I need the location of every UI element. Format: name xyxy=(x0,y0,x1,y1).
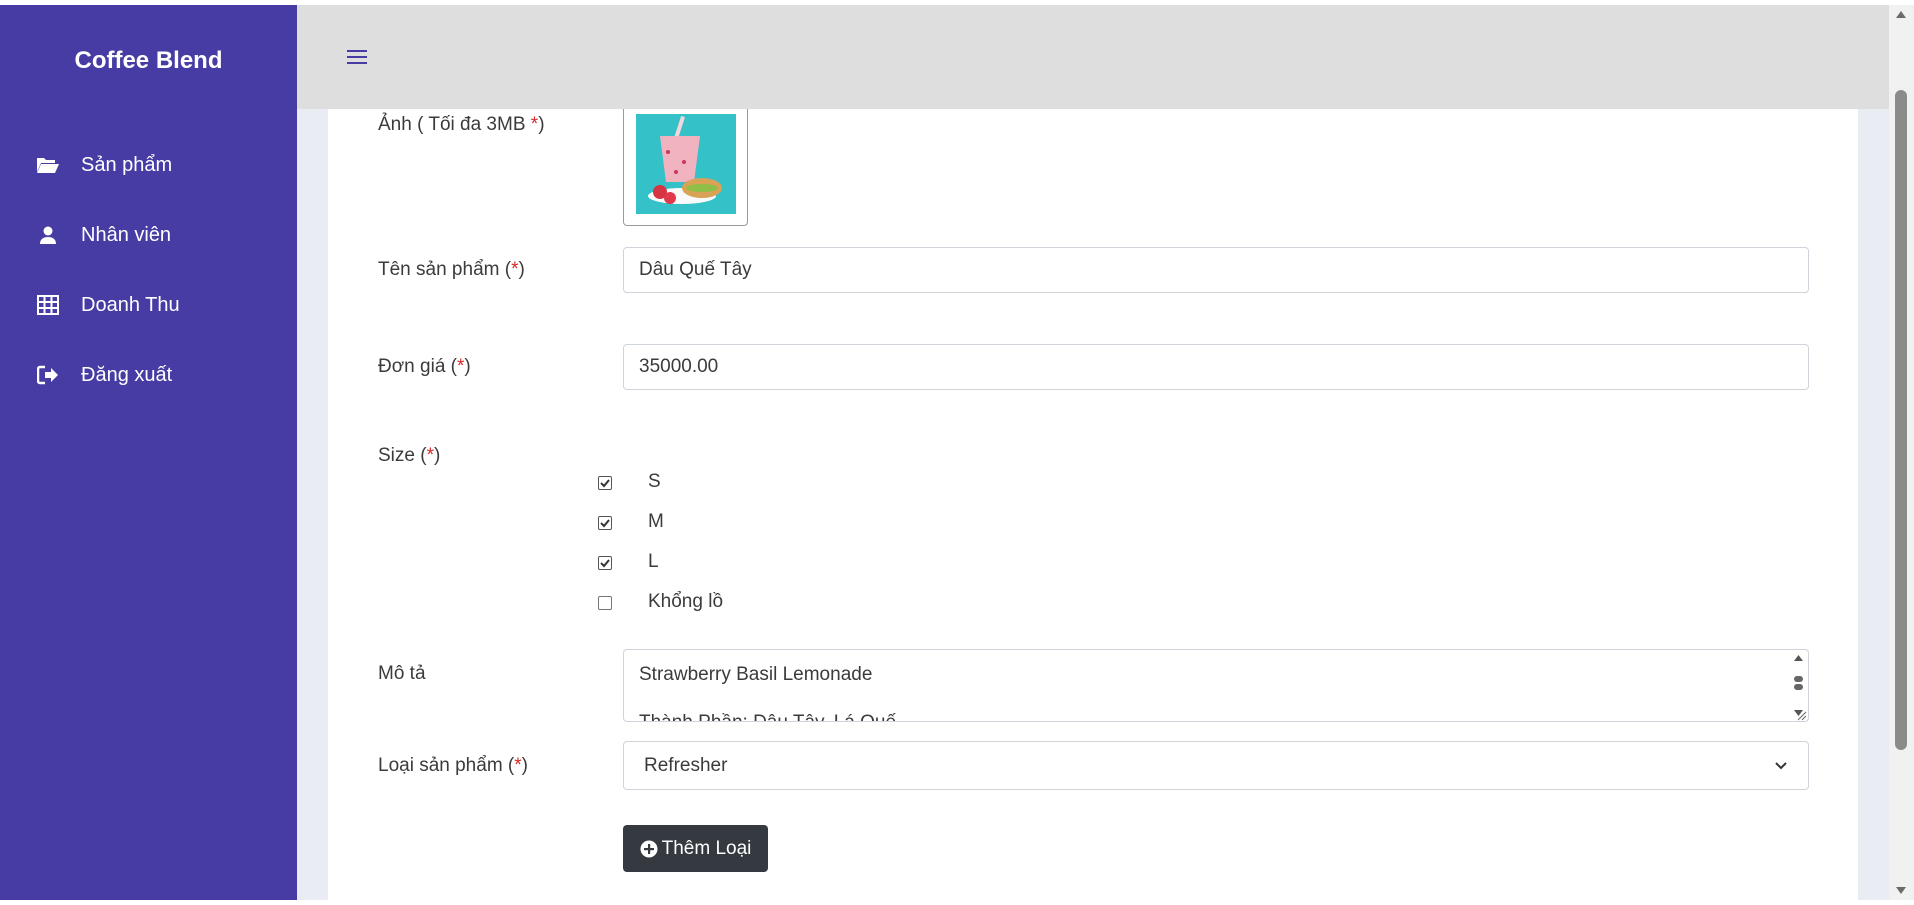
size-option-label: Khổng lồ xyxy=(648,591,724,612)
description-label: Mô tả xyxy=(378,663,426,684)
user-icon xyxy=(35,222,61,248)
scroll-down-icon[interactable] xyxy=(1896,887,1906,894)
sidebar-nav: Sản phẩm Nhân viên Doanh Thu Đăng xuất xyxy=(0,130,297,410)
size-option-m[interactable]: M xyxy=(598,511,664,532)
plus-circle-icon xyxy=(640,840,658,858)
sidebar-item-label: Doanh Thu xyxy=(81,293,180,316)
sidebar-item-label: Nhân viên xyxy=(81,223,172,246)
table-icon xyxy=(35,292,61,318)
add-category-label: Thêm Loại xyxy=(661,837,752,859)
checkbox-checked[interactable] xyxy=(598,476,612,490)
sidebar-item-label: Đăng xuất xyxy=(81,363,173,386)
sidebar-item-employees[interactable]: Nhân viên xyxy=(0,200,297,270)
name-label: Tên sản phẩm (*) xyxy=(378,259,525,280)
checkbox-checked[interactable] xyxy=(598,556,612,570)
sign-out-icon xyxy=(35,362,61,388)
scrollbar-thumb[interactable] xyxy=(1895,90,1907,750)
image-label: Ảnh ( Tối đa 3MB *) xyxy=(378,114,545,135)
size-option-label: L xyxy=(648,551,659,572)
size-option-giant[interactable]: Khổng lồ xyxy=(598,591,723,612)
category-select[interactable]: Refresher xyxy=(623,741,1809,790)
chevron-down-icon xyxy=(1774,755,1788,777)
checkbox-unchecked[interactable] xyxy=(598,596,612,610)
hamburger-icon[interactable] xyxy=(347,50,367,66)
sidebar: Coffee Blend Sản phẩm Nhân viên Doanh Th… xyxy=(0,5,297,900)
checkbox-checked[interactable] xyxy=(598,516,612,530)
size-option-s[interactable]: S xyxy=(598,471,661,492)
image-upload[interactable] xyxy=(623,109,748,226)
description-textarea[interactable]: Strawberry Basil Lemonade Thành Phần: Dâ… xyxy=(623,649,1809,722)
description-line: Strawberry Basil Lemonade xyxy=(639,664,873,685)
category-label: Loại sản phẩm (*) xyxy=(378,755,528,776)
folder-open-icon xyxy=(35,152,61,178)
resize-handle-icon[interactable] xyxy=(1795,708,1807,721)
sidebar-item-revenue[interactable]: Doanh Thu xyxy=(0,270,297,340)
app-window: Coffee Blend Sản phẩm Nhân viên Doanh Th… xyxy=(0,0,1914,905)
price-label: Đơn giá (*) xyxy=(378,356,471,377)
size-label: Size (*) xyxy=(378,445,441,466)
description-line: Thành Phần: Dâu Tây, Lá Quế xyxy=(639,712,896,721)
sidebar-item-products[interactable]: Sản phẩm xyxy=(0,130,297,200)
sidebar-item-logout[interactable]: Đăng xuất xyxy=(0,340,297,410)
add-category-button[interactable]: Thêm Loại xyxy=(623,825,768,872)
size-option-l[interactable]: L xyxy=(598,551,659,572)
page-scrollbar[interactable] xyxy=(1889,5,1914,900)
category-selected-value: Refresher xyxy=(644,754,728,776)
product-image xyxy=(636,114,736,214)
scroll-up-icon[interactable] xyxy=(1896,11,1906,18)
sidebar-item-label: Sản phẩm xyxy=(81,153,173,176)
top-bar xyxy=(297,5,1889,109)
brand-title[interactable]: Coffee Blend xyxy=(0,47,297,75)
size-option-label: M xyxy=(648,511,664,532)
size-option-label: S xyxy=(648,471,661,492)
price-input[interactable]: 35000.00 xyxy=(623,344,1809,390)
product-name-input[interactable]: Dâu Quế Tây xyxy=(623,247,1809,293)
